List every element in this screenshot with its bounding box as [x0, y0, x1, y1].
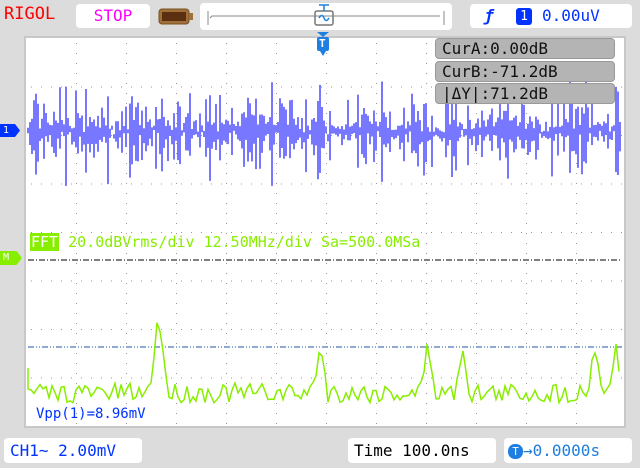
memory-position-bar[interactable]: [200, 3, 452, 30]
math-level-marker[interactable]: M: [0, 251, 22, 265]
trigger-source-badge: 1: [516, 8, 532, 25]
trigger-marker-label: T: [319, 37, 326, 50]
battery-icon: [158, 8, 193, 25]
memory-waveform-icon: [207, 4, 445, 26]
arrow-icon: →: [523, 441, 533, 460]
trigger-offset-value: 0.0000s: [532, 441, 601, 460]
trigger-level: 0.00uV: [542, 6, 600, 25]
trigger-status[interactable]: ƒ 1 0.00uV: [470, 4, 632, 28]
vpp-measurement: Vpp(1)=8.96mV: [36, 406, 146, 422]
fft-trace: [27, 322, 620, 405]
fft-settings: 20.0dBVrms/div 12.50MHz/div Sa=500.0MSa: [68, 233, 421, 251]
ch1-scale[interactable]: CH1∼ 2.00mV: [4, 438, 142, 463]
brand-logo: RIGOL: [4, 4, 56, 24]
fft-tag: FFT: [30, 233, 60, 251]
cursor-delta-readout: |ΔY|:71.2dB: [435, 83, 615, 104]
ch1-level-marker[interactable]: 1: [0, 124, 20, 137]
trigger-offset[interactable]: T →0.0000s: [504, 438, 632, 463]
fft-info: FFT 20.0dBVrms/div 12.50MHz/div Sa=500.0…: [30, 233, 420, 251]
cursor-b-readout: CurB:-71.2dB: [435, 61, 615, 82]
trigger-position-marker[interactable]: T: [316, 32, 330, 58]
run-stop-status[interactable]: STOP: [76, 4, 150, 28]
cursor-a-readout: CurA:0.00dB: [435, 38, 615, 59]
rising-edge-icon: ƒ: [484, 6, 494, 25]
timebase[interactable]: Time 100.0ns: [348, 438, 496, 463]
trigger-offset-icon: T: [508, 444, 523, 459]
